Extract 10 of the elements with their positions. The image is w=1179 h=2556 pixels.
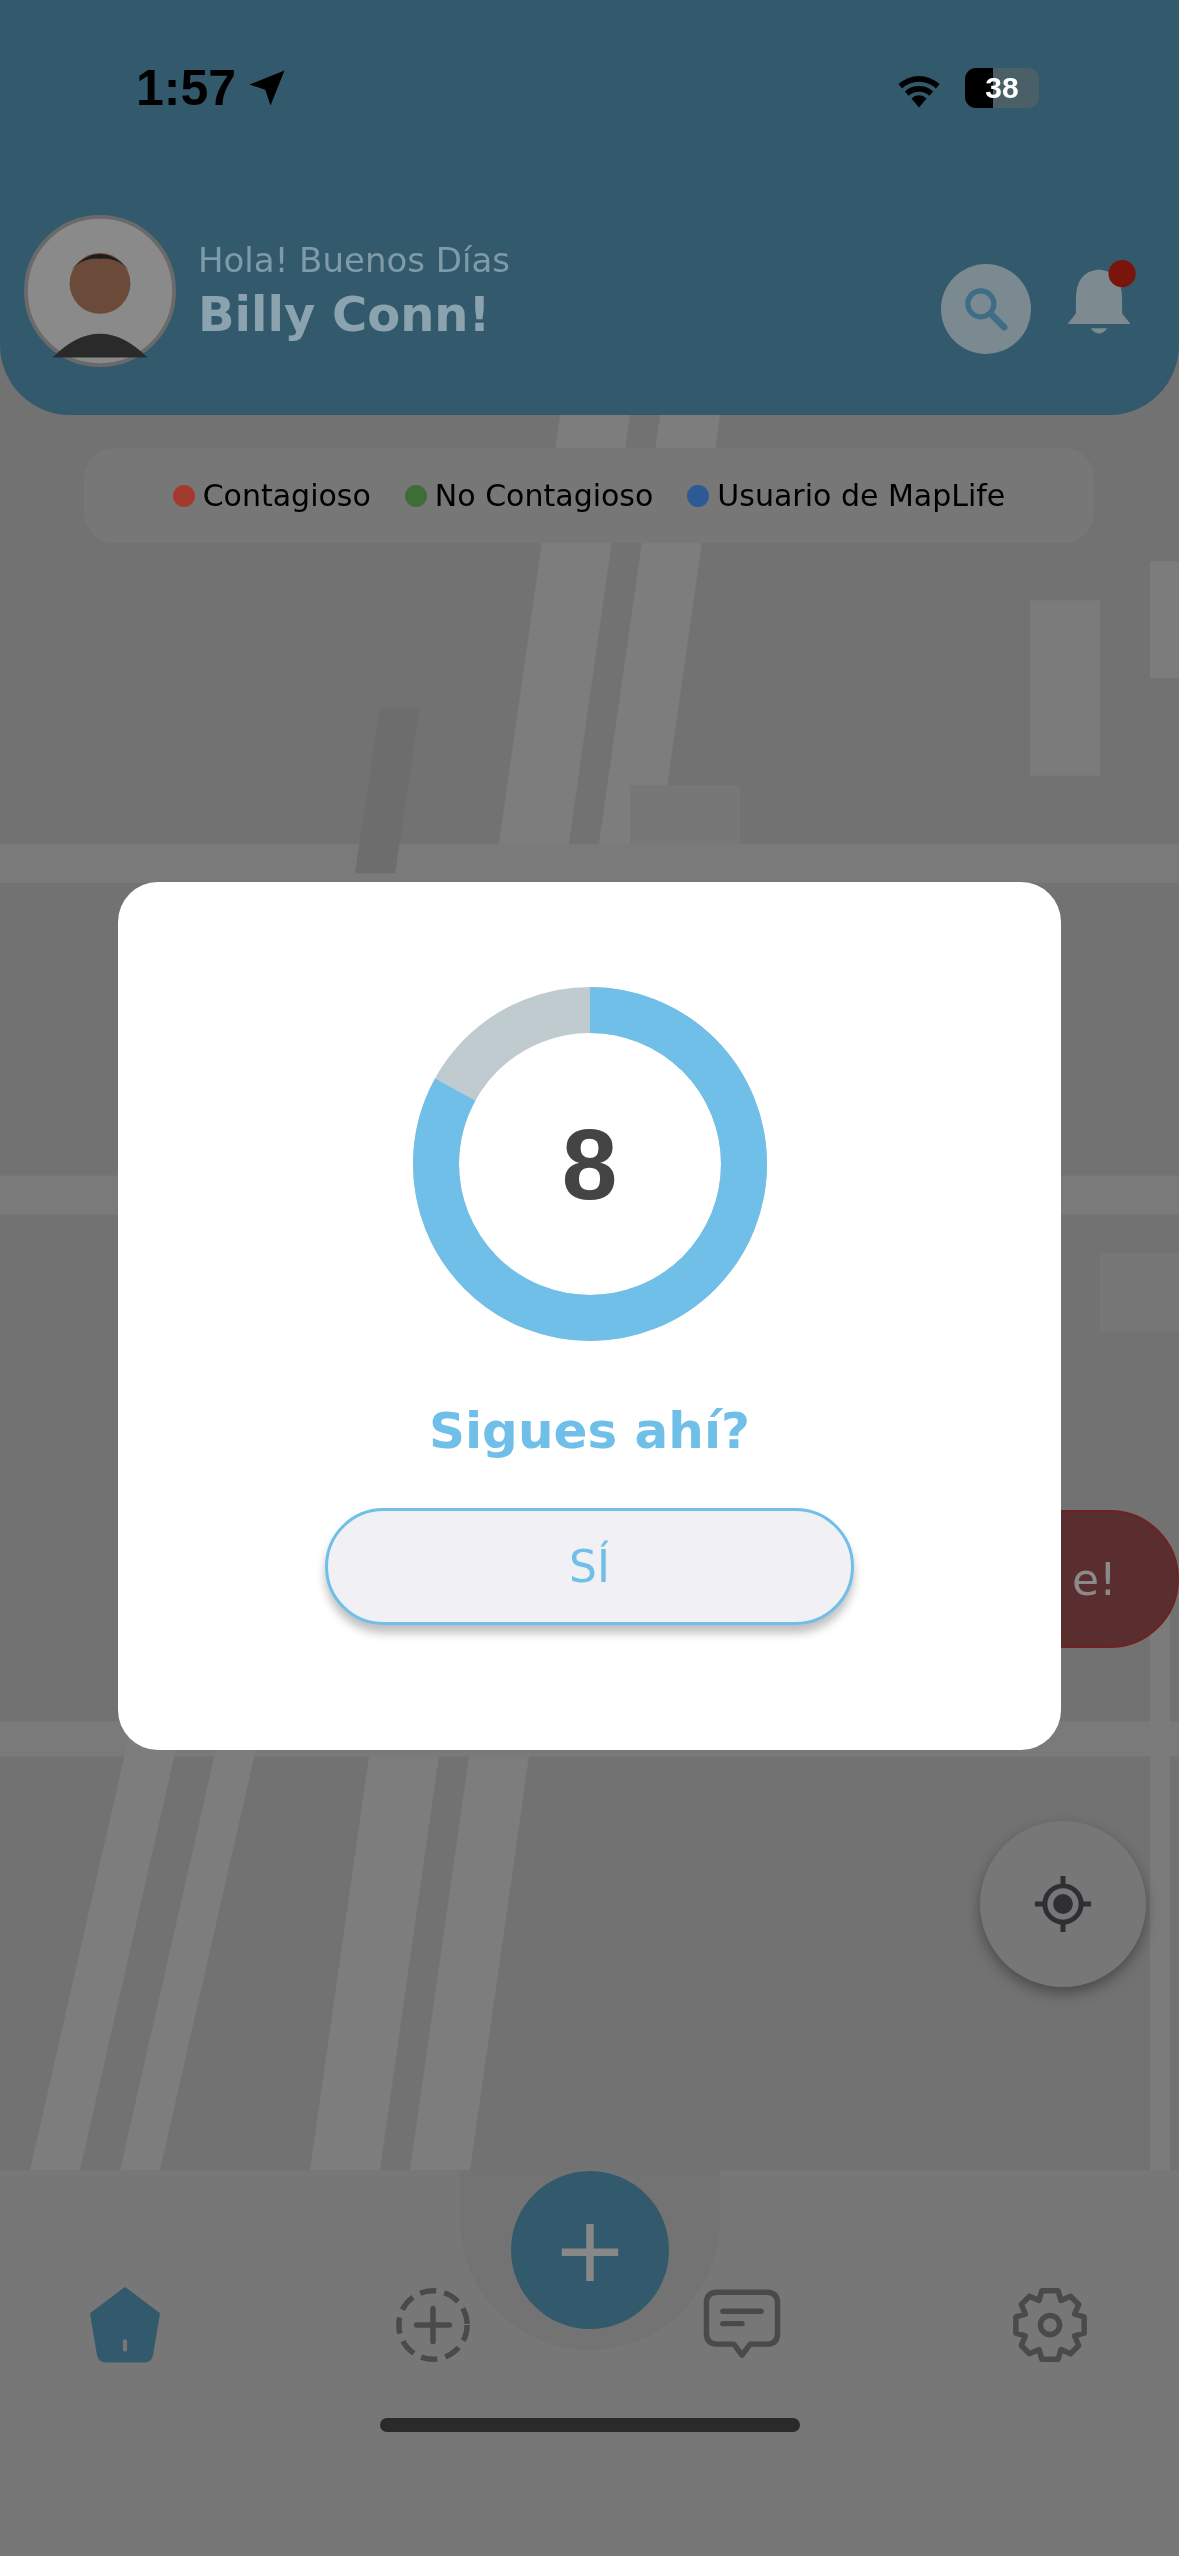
legend-label: No Contagioso [434, 478, 654, 513]
legend-label: Usuario de MapLife [717, 478, 1006, 513]
status-time: 1:57 [136, 58, 237, 117]
yes-button[interactable]: SÍ [325, 1508, 854, 1625]
countdown-number: 8 [561, 1106, 618, 1222]
greeting-text: Hola! Buenos Días [198, 240, 511, 280]
user-name: Billy Conn! [198, 286, 492, 342]
avatar[interactable] [24, 215, 176, 367]
legend-label: Contagioso [202, 478, 371, 513]
question-text: Sigues ahí? [428, 1402, 751, 1460]
